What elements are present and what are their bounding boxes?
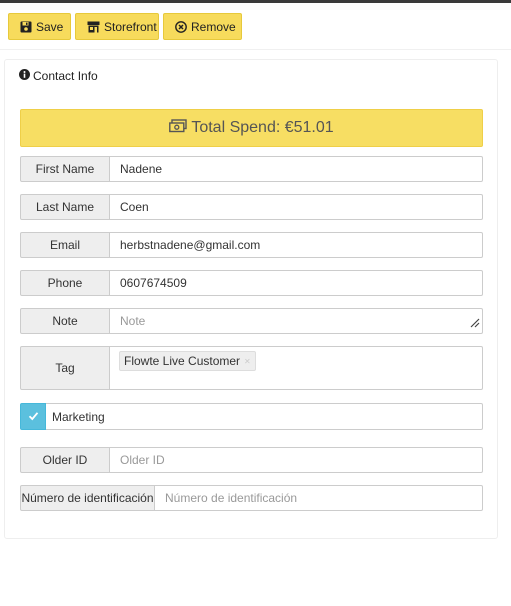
check-icon [28, 410, 39, 424]
marketing-row: Marketing [20, 403, 483, 430]
older-id-field[interactable]: Older ID [110, 447, 483, 473]
first-name-row: First Name Nadene [20, 156, 483, 182]
first-name-field[interactable]: Nadene [110, 156, 483, 182]
tag-input[interactable]: Flowte Live Customer ✕ [110, 346, 483, 390]
phone-label: Phone [20, 270, 110, 296]
panel-heading: Contact Info [19, 69, 98, 83]
older-id-row: Older ID Older ID [20, 447, 483, 473]
panel-heading-label: Contact Info [33, 69, 98, 83]
storefront-button[interactable]: Storefront [75, 13, 159, 40]
email-label: Email [20, 232, 110, 258]
first-name-label: First Name [20, 156, 110, 182]
email-field[interactable]: herbstnadene@gmail.com [110, 232, 483, 258]
tag-chip-label: Flowte Live Customer [124, 354, 241, 368]
tag-label: Tag [20, 346, 110, 390]
window-top-border [0, 0, 511, 3]
phone-field[interactable]: 0607674509 [110, 270, 483, 296]
money-bill-icon [169, 118, 188, 138]
id-number-field[interactable]: Número de identificación [155, 485, 483, 511]
last-name-row: Last Name Coen [20, 194, 483, 220]
toolbar: Save Storefront Remove [8, 13, 242, 40]
remove-tag-icon[interactable]: ✕ [244, 357, 251, 366]
marketing-checkbox[interactable] [20, 403, 46, 430]
toolbar-divider [0, 49, 511, 50]
note-label: Note [20, 308, 110, 334]
note-textarea[interactable]: Note [110, 308, 483, 334]
remove-button-label: Remove [191, 19, 236, 34]
store-icon [87, 21, 100, 33]
info-circle-icon [19, 69, 30, 83]
phone-row: Phone 0607674509 [20, 270, 483, 296]
email-row: Email herbstnadene@gmail.com [20, 232, 483, 258]
circle-x-icon [175, 20, 187, 33]
total-spend-banner: Total Spend: €51.01 [20, 109, 483, 147]
marketing-label[interactable]: Marketing [46, 403, 483, 430]
note-row: Note Note [20, 308, 483, 334]
note-placeholder: Note [120, 314, 146, 328]
contact-info-panel: Contact Info Total Spend: €51.01 First N… [4, 59, 498, 539]
remove-button[interactable]: Remove [163, 13, 242, 40]
total-spend-text: Total Spend: €51.01 [191, 119, 334, 136]
last-name-label: Last Name [20, 194, 110, 220]
tag-row: Tag Flowte Live Customer ✕ [20, 346, 483, 390]
id-number-label: Número de identificación [20, 485, 155, 511]
id-number-row: Número de identificación Número de ident… [20, 485, 483, 511]
floppy-disk-icon [20, 21, 32, 33]
last-name-field[interactable]: Coen [110, 194, 483, 220]
older-id-label: Older ID [20, 447, 110, 473]
save-button-label: Save [36, 19, 64, 34]
resize-handle-icon[interactable] [470, 317, 480, 331]
tag-chip[interactable]: Flowte Live Customer ✕ [119, 351, 256, 371]
storefront-button-label: Storefront [104, 19, 157, 34]
save-button[interactable]: Save [8, 13, 71, 40]
